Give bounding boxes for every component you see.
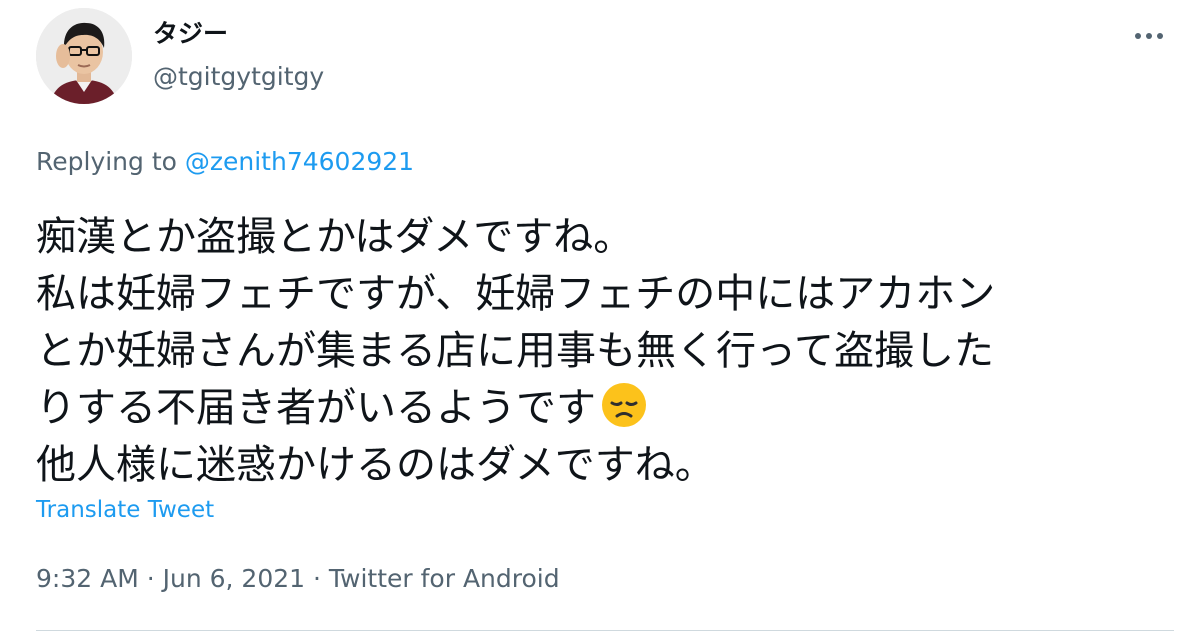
tweet-date-link[interactable]: Jun 6, 2021	[163, 564, 305, 593]
display-name[interactable]: タジー	[153, 18, 228, 50]
tweet-card: タジー @tgitgytgitgy Replying to @zenith746…	[0, 0, 1200, 634]
more-dot	[1146, 33, 1152, 39]
meta-separator: ·	[305, 564, 329, 593]
tweet-line: 私は妊婦フェチですが、妊婦フェチの中にはアカホン	[36, 271, 996, 317]
replying-to: Replying to @zenith74602921	[36, 145, 414, 179]
tweet-metadata: 9:32 AM · Jun 6, 2021 · Twitter for Andr…	[36, 562, 560, 596]
tweet-time-link[interactable]: 9:32 AM	[36, 564, 139, 593]
replying-to-label: Replying to	[36, 147, 185, 176]
user-handle[interactable]: @tgitgytgitgy	[153, 61, 324, 93]
tweet-text: 痴漢とか盗撮とかはダメですね。 私は妊婦フェチですが、妊婦フェチの中にはアカホン…	[36, 209, 1166, 494]
tweet-line-with-emoji: りする不届き者がいるようです	[36, 380, 1166, 437]
avatar[interactable]	[36, 8, 132, 104]
more-dot	[1135, 33, 1141, 39]
reply-target-link[interactable]: @zenith74602921	[185, 147, 414, 176]
tweet-line: 他人様に迷惑かけるのはダメですね。	[36, 442, 715, 488]
disappointed-face-emoji	[602, 383, 646, 427]
tweet-line: とか妊婦さんが集まる店に用事も無く行って盗撮した	[36, 328, 994, 374]
divider	[36, 630, 1174, 631]
meta-separator: ·	[138, 564, 163, 593]
more-dot	[1157, 33, 1163, 39]
tweet-line: りする不届き者がいるようです	[36, 385, 596, 431]
avatar-icon	[36, 8, 132, 104]
tweet-line: 痴漢とか盗撮とかはダメですね。	[36, 214, 634, 260]
translate-tweet-link[interactable]: Translate Tweet	[36, 494, 214, 526]
more-icon[interactable]	[1126, 18, 1172, 54]
tweet-source-link[interactable]: Twitter for Android	[329, 564, 560, 593]
